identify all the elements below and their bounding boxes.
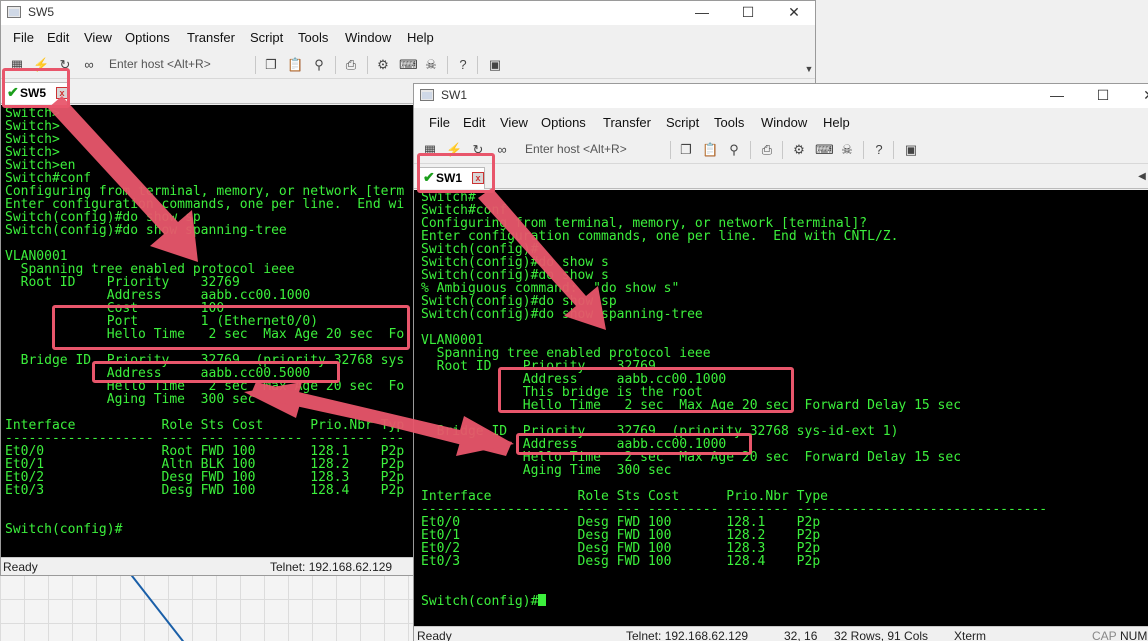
menu-view[interactable]: View — [84, 30, 112, 45]
screen-icon[interactable]: ▣ — [903, 142, 919, 158]
sw1-host-input[interactable]: Enter host <Alt+R> — [525, 142, 627, 156]
status-ready: Ready — [3, 560, 38, 574]
sftp-icon[interactable]: ☠ — [839, 142, 855, 158]
highlight-sw1-tab — [417, 153, 495, 193]
highlight-sw1-root-address — [498, 367, 794, 413]
status-num-lock: NUM — [1120, 629, 1148, 641]
terminal-line: Switch(config)#do show spanning-tree — [5, 223, 287, 238]
maximize-button[interactable]: ☐ — [1080, 84, 1126, 108]
toolbar-overflow-icon[interactable]: ▼ — [801, 61, 815, 77]
copy-icon[interactable]: ❐ — [263, 57, 279, 73]
sw1-tabbar: ✔ SW1 x ◀ — [414, 165, 1148, 189]
terminal-line: Et0/3 Desg FWD 100 128.4 P2p — [5, 483, 405, 498]
paste-icon[interactable]: 📋 — [287, 57, 303, 73]
terminal-line: Switch(config)# — [421, 594, 539, 609]
help-icon[interactable]: ? — [455, 57, 471, 73]
menu-window[interactable]: Window — [761, 115, 807, 130]
toolbar-separator — [255, 56, 256, 74]
status-ready: Ready — [417, 629, 452, 641]
menu-script[interactable]: Script — [666, 115, 699, 130]
toolbar-separator — [893, 141, 894, 159]
menu-window[interactable]: Window — [345, 30, 391, 45]
keymap-icon[interactable]: ⌨ — [399, 57, 418, 73]
highlight-sw5-bridge-address — [92, 361, 340, 383]
sw1-toolbar: ▦ ⚡ ↻ ∞ Enter host <Alt+R> ❐ 📋 ⚲ ⎙ ⚙ ⌨ ☠… — [414, 136, 1148, 164]
sw5-menubar: File Edit View Options Transfer Script T… — [1, 27, 815, 49]
gear-icon[interactable]: ⚙ — [375, 57, 391, 73]
close-button[interactable]: ✕ — [1126, 84, 1148, 108]
menu-tools[interactable]: Tools — [298, 30, 328, 45]
menu-options[interactable]: Options — [541, 115, 586, 130]
sw5-titlebar[interactable]: SW5 — ☐ ✕ — [1, 1, 815, 25]
sw1-titlebar[interactable]: SW1 — ☐ ✕ — [414, 84, 1148, 108]
sw5-host-input[interactable]: Enter host <Alt+R> — [109, 57, 211, 71]
terminal-line: Switch(config)# — [5, 522, 123, 537]
reconnect-link-icon[interactable]: ∞ — [81, 57, 97, 73]
terminal-line: Aging Time 300 sec — [5, 392, 256, 407]
menu-view[interactable]: View — [500, 115, 528, 130]
sw5-window-title: SW5 — [28, 5, 55, 19]
status-connection: Telnet: 192.168.62.129 — [626, 629, 749, 641]
menu-file[interactable]: File — [13, 30, 34, 45]
help-icon[interactable]: ? — [871, 142, 887, 158]
toolbar-separator — [367, 56, 368, 74]
toolbar-separator — [670, 141, 671, 159]
menu-file[interactable]: File — [429, 115, 450, 130]
minimize-button[interactable]: — — [679, 1, 725, 25]
tab-scroll-left-icon[interactable]: ◀ — [1134, 169, 1148, 185]
sw1-menubar: File Edit View Options Transfer Script T… — [414, 112, 1148, 134]
toolbar-separator — [335, 56, 336, 74]
sw5-toolbar: ▦ ⚡ ↻ ∞ Enter host <Alt+R> ❐ 📋 ⚲ ⎙ ⚙ ⌨ ☠… — [1, 51, 815, 79]
menu-help[interactable]: Help — [823, 115, 850, 130]
toolbar-separator — [477, 56, 478, 74]
find-icon[interactable]: ⚲ — [726, 142, 742, 158]
sftp-icon[interactable]: ☠ — [423, 57, 439, 73]
terminal-line: Aging Time 300 sec — [421, 463, 672, 478]
print-icon[interactable]: ⎙ — [759, 142, 775, 158]
print-icon[interactable]: ⎙ — [343, 57, 359, 73]
toolbar-separator — [863, 141, 864, 159]
status-cursor-position: 32, 16 — [784, 629, 818, 641]
app-icon — [420, 89, 434, 101]
minimize-button[interactable]: — — [1034, 84, 1080, 108]
terminal-line: Et0/3 Desg FWD 100 128.4 P2p — [421, 554, 821, 569]
menu-script[interactable]: Script — [250, 30, 283, 45]
keymap-icon[interactable]: ⌨ — [815, 142, 834, 158]
menu-transfer[interactable]: Transfer — [603, 115, 651, 130]
highlight-sw5-root-port — [52, 305, 410, 350]
sw1-statusbar: Ready Telnet: 192.168.62.129 32, 16 32 R… — [414, 626, 1148, 641]
status-connection: Telnet: 192.168.62.129 — [270, 560, 393, 574]
status-terminal-type: Xterm — [954, 629, 987, 641]
gear-icon[interactable]: ⚙ — [791, 142, 807, 158]
menu-transfer[interactable]: Transfer — [187, 30, 235, 45]
reconnect-link-icon[interactable]: ∞ — [494, 142, 510, 158]
menu-tools[interactable]: Tools — [714, 115, 744, 130]
menu-options[interactable]: Options — [125, 30, 170, 45]
toolbar-separator — [782, 141, 783, 159]
maximize-button[interactable]: ☐ — [725, 1, 771, 25]
menu-edit[interactable]: Edit — [47, 30, 69, 45]
highlight-sw5-tab — [2, 68, 70, 108]
sw1-window-title: SW1 — [441, 88, 468, 102]
highlight-sw1-bridge-address — [516, 433, 752, 455]
find-icon[interactable]: ⚲ — [311, 57, 327, 73]
app-icon — [7, 6, 21, 18]
status-terminal-size: 32 Rows, 91 Cols — [834, 629, 929, 641]
screen-icon[interactable]: ▣ — [487, 57, 503, 73]
background-diagram-canvas — [0, 575, 420, 641]
status-caps-lock: CAP — [1092, 629, 1117, 641]
paste-icon[interactable]: 📋 — [702, 142, 718, 158]
sw1-window: SW1 — ☐ ✕ File Edit View Options Transfe… — [413, 83, 1148, 641]
close-button[interactable]: ✕ — [771, 1, 815, 25]
copy-icon[interactable]: ❐ — [678, 142, 694, 158]
terminal-cursor — [538, 594, 547, 606]
terminal-line: Switch(config)#do show spanning-tree — [421, 307, 703, 322]
menu-help[interactable]: Help — [407, 30, 434, 45]
toolbar-separator — [750, 141, 751, 159]
toolbar-separator — [447, 56, 448, 74]
menu-edit[interactable]: Edit — [463, 115, 485, 130]
